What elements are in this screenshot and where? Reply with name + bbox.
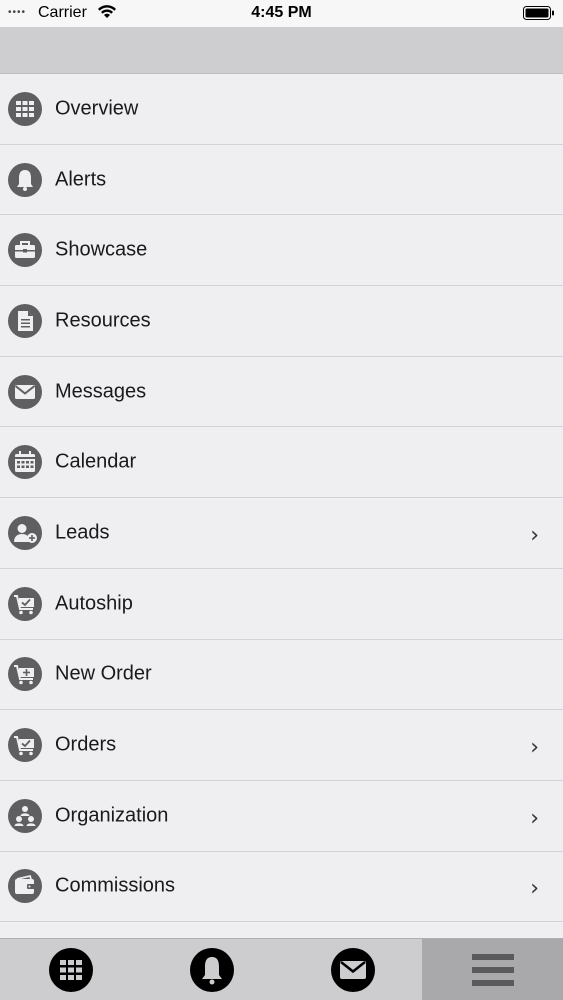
menu-item-label: Calendar <box>55 450 137 473</box>
menu-item-label: Autoship <box>55 592 133 615</box>
menu-item-label: Commissions <box>55 874 176 897</box>
menu-item-label: Messages <box>55 380 147 403</box>
clock: 4:45 PM <box>251 4 312 21</box>
battery-icon <box>523 5 555 26</box>
grid-icon <box>8 91 42 126</box>
side-menu-list: Overview Alerts Showcase Resources Messa… <box>0 74 563 923</box>
menu-item-autoship[interactable]: Autoship <box>0 568 563 640</box>
menu-item-new-order[interactable]: New Order <box>0 639 563 711</box>
chevron-right-icon: › <box>530 522 539 548</box>
menu-item-label: Overview <box>55 97 139 120</box>
hamburger-menu-icon <box>471 954 514 986</box>
cart-check-icon <box>8 586 42 621</box>
menu-item-overview[interactable]: Overview <box>0 74 563 145</box>
menu-item-label: New Order <box>55 662 152 685</box>
status-bar: •••• Carrier 4:45 PM <box>0 0 563 27</box>
bottom-tab-bar <box>0 938 563 1000</box>
document-icon <box>8 303 42 338</box>
menu-item-messages[interactable]: Messages <box>0 356 563 428</box>
menu-item-label: Organization <box>55 804 169 827</box>
menu-item-label: Orders <box>55 733 117 756</box>
chevron-right-icon: › <box>530 735 539 761</box>
chevron-right-icon: › <box>530 805 539 831</box>
calendar-icon <box>8 445 42 480</box>
chevron-right-icon: › <box>530 876 539 902</box>
menu-item-commissions[interactable]: Commissions › <box>0 851 563 923</box>
tab-alerts[interactable] <box>141 939 282 1000</box>
grid-icon <box>48 948 93 992</box>
wallet-icon <box>8 869 42 904</box>
menu-item-calendar[interactable]: Calendar <box>0 427 563 499</box>
tab-menu[interactable] <box>422 939 563 1000</box>
cart-check-icon <box>8 728 42 763</box>
menu-item-label: Alerts <box>55 168 107 191</box>
menu-item-leads[interactable]: Leads › <box>0 498 563 569</box>
bell-icon <box>189 948 234 992</box>
menu-item-resources[interactable]: Resources <box>0 286 563 357</box>
menu-item-label: Resources <box>55 309 151 332</box>
add-user-icon <box>8 515 42 550</box>
envelope-icon <box>330 948 375 992</box>
menu-item-orders[interactable]: Orders › <box>0 710 563 781</box>
organization-icon <box>8 798 42 833</box>
cart-plus-icon <box>8 657 42 692</box>
menu-item-alerts[interactable]: Alerts <box>0 144 563 216</box>
menu-item-label: Showcase <box>55 238 148 261</box>
navigation-header <box>0 27 563 74</box>
tab-overview[interactable] <box>0 939 141 1000</box>
bell-icon <box>8 162 42 197</box>
menu-item-organization[interactable]: Organization › <box>0 780 563 852</box>
menu-item-label: Leads <box>55 521 110 544</box>
menu-item-showcase[interactable]: Showcase <box>0 215 563 287</box>
tab-messages[interactable] <box>282 939 423 1000</box>
envelope-icon <box>8 374 42 409</box>
briefcase-icon <box>8 233 42 268</box>
